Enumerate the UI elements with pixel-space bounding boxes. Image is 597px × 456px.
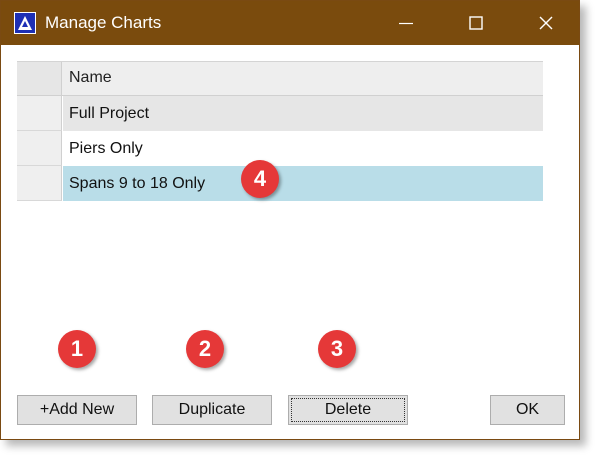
add-new-button[interactable]: +Add New [17,395,137,425]
row-header[interactable] [17,131,62,166]
callout-badge-1: 1 [58,330,96,368]
row-name-cell[interactable]: Full Project [63,96,543,131]
grid-corner-cell[interactable] [17,62,62,95]
close-button[interactable] [523,1,569,45]
table-row[interactable]: Full Project [17,96,543,131]
column-header-name[interactable]: Name [69,69,112,87]
table-row[interactable]: Piers Only [17,131,543,166]
row-name-text: Full Project [69,105,150,122]
charts-grid: Name Full Project Piers Only Spans 9 to … [17,61,543,202]
row-header[interactable] [17,96,62,131]
close-icon [539,16,553,30]
row-name-text: Spans 9 to 18 Only [69,175,206,192]
callout-badge-4: 4 [241,160,279,198]
callout-badge-2: 2 [186,330,224,368]
delete-button[interactable]: Delete [288,395,408,425]
row-name-text: Piers Only [69,140,143,157]
grid-header: Name [17,62,543,96]
row-name-cell[interactable]: Spans 9 to 18 Only [63,166,543,201]
maximize-button[interactable] [453,1,499,45]
manage-charts-dialog: Manage Charts Name Full Project Piers On… [0,0,580,440]
window-title: Manage Charts [45,13,162,32]
row-header[interactable] [17,166,62,201]
app-logo-icon [14,12,36,34]
maximize-icon [469,16,483,30]
minimize-button[interactable] [383,1,429,45]
table-row-selected[interactable]: Spans 9 to 18 Only [17,166,543,201]
row-name-cell[interactable]: Piers Only [63,131,543,166]
ok-button[interactable]: OK [490,395,565,425]
title-bar: Manage Charts [1,1,579,45]
callout-badge-3: 3 [318,330,356,368]
minimize-icon [399,22,413,25]
duplicate-button[interactable]: Duplicate [152,395,272,425]
